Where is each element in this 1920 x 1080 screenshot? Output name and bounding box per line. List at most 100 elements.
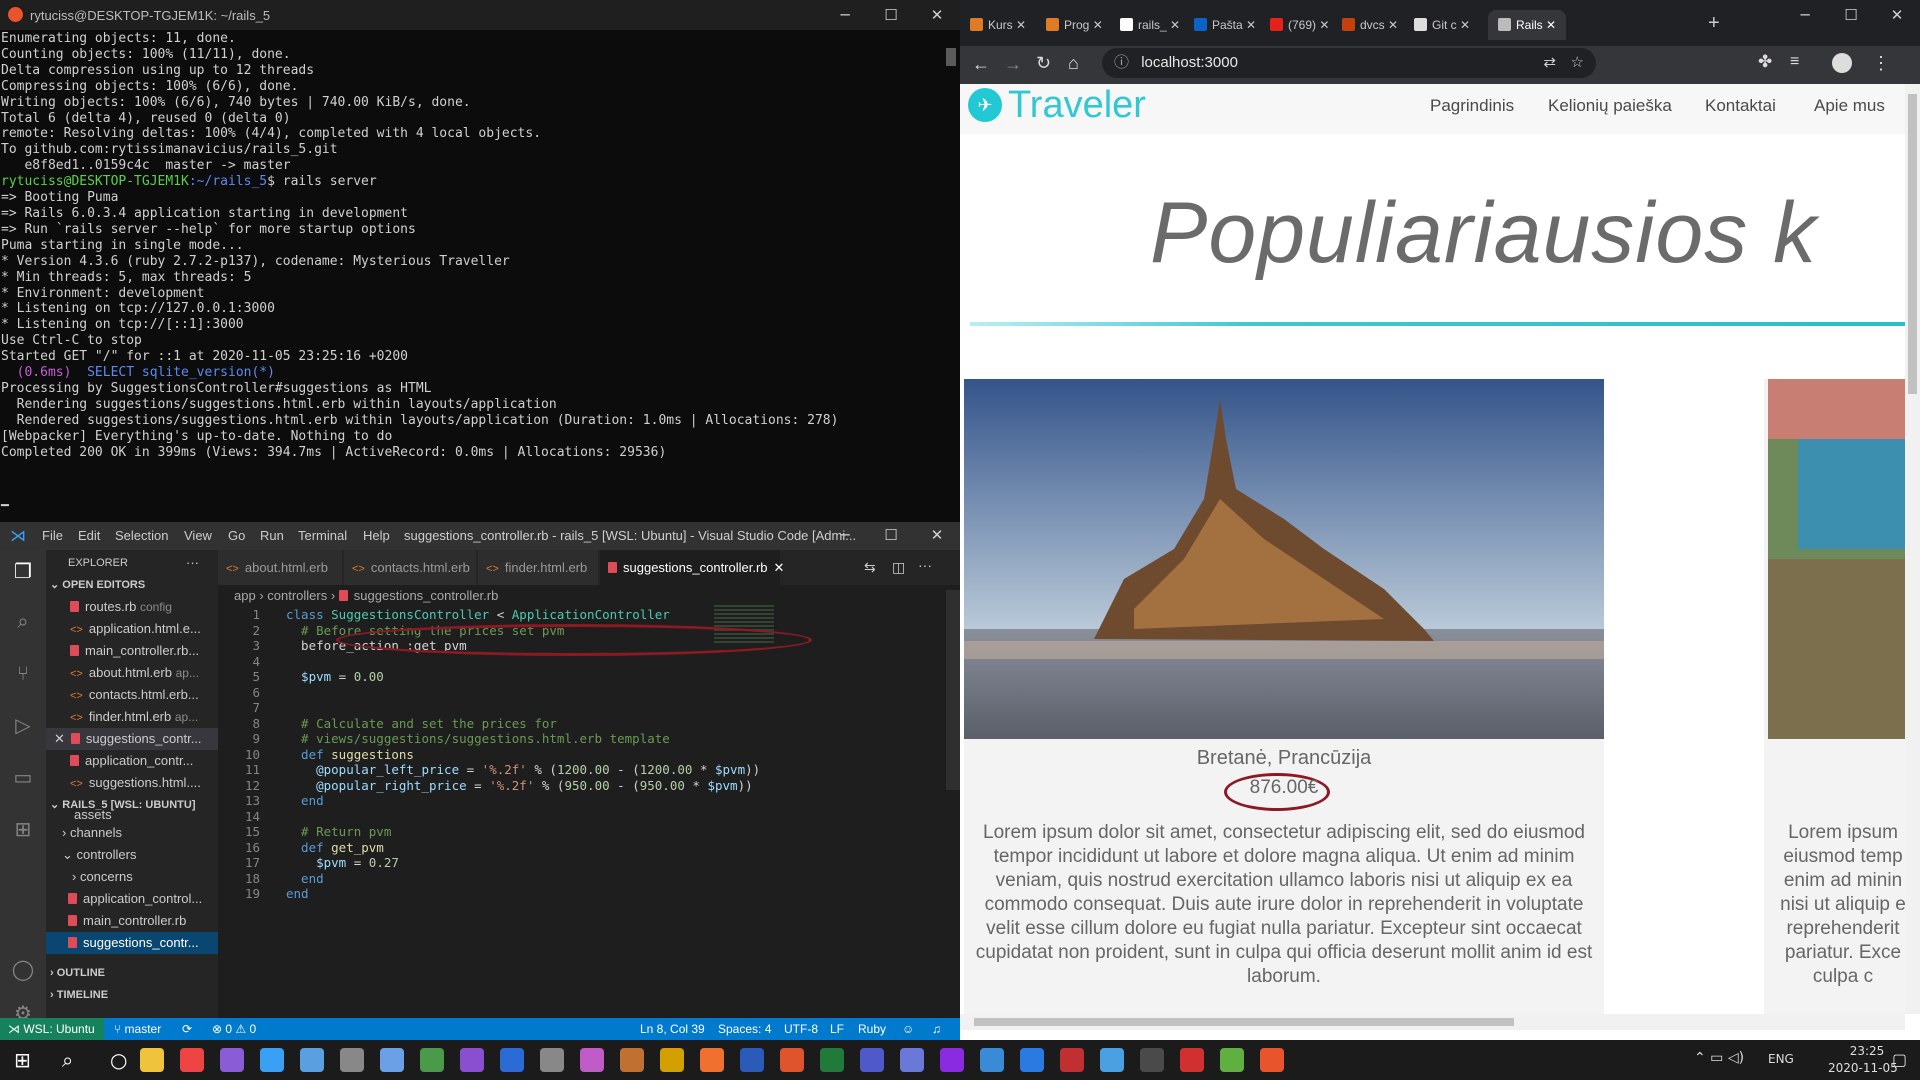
menu-edit[interactable]: Edit (78, 528, 100, 543)
windows-start-icon[interactable]: ⊞ (14, 1048, 31, 1072)
more-actions-icon[interactable]: ··· (186, 552, 206, 574)
browser-tab[interactable]: dvcs ✕ (1342, 10, 1398, 40)
address-bar[interactable]: ⓘ localhost:3000 ⇄ ☆ (1102, 48, 1596, 78)
close-icon[interactable]: ✕ (1385, 18, 1398, 32)
open-editor-item-active[interactable]: ✕ suggestions_contr... (46, 728, 226, 750)
taskbar-app-icon[interactable] (780, 1048, 804, 1072)
source-control-icon[interactable]: ⑂ (11, 662, 35, 686)
nav-home[interactable]: Pagrindinis (1430, 96, 1514, 116)
extensions-icon[interactable]: ⊞ (11, 818, 35, 842)
queue-icon[interactable]: ≡ (1790, 53, 1799, 71)
destination-card[interactable]: Lorem ipsum eiusmod temp enim ad minin n… (1764, 379, 1905, 1014)
extensions-icon[interactable]: ✤ (1758, 52, 1772, 72)
maximize-button[interactable]: ☐ (868, 520, 914, 550)
info-icon[interactable]: ⓘ (1114, 54, 1129, 71)
code-line[interactable]: def suggestions (286, 747, 414, 762)
taskbar-app-icon[interactable] (180, 1048, 204, 1072)
browser-tab[interactable]: Prog ✕ (1046, 10, 1103, 40)
close-icon[interactable]: ✕ (1089, 18, 1103, 32)
code-line[interactable]: end (286, 793, 324, 808)
line-ending[interactable]: LF (830, 1022, 844, 1036)
more-actions-icon[interactable]: ··· (918, 557, 932, 573)
terminal-window[interactable]: rytuciss@DESKTOP-TGJEM1K: ~/rails_5 ─ ☐ … (0, 0, 960, 522)
timeline-section[interactable]: › TIMELINE (46, 984, 222, 1006)
terminal-scrollbar[interactable] (946, 48, 956, 66)
code-line[interactable]: $pvm = 0.27 (286, 855, 399, 870)
run-debug-icon[interactable]: ▷ (11, 714, 35, 738)
tray-icons[interactable]: ⌃ ▭ ◁) (1694, 1050, 1744, 1066)
taskbar-app-icon[interactable] (580, 1048, 604, 1072)
notifications-icon[interactable]: ▢ (1892, 1050, 1907, 1069)
tree-file[interactable]: main_controller.rb (46, 910, 240, 932)
browser-tab[interactable]: (769) ✕ (1270, 10, 1329, 40)
open-editor-item[interactable]: <> application.html.e... (46, 618, 242, 640)
minimize-button[interactable]: ─ (822, 0, 868, 30)
taskbar-app-icon[interactable] (820, 1048, 844, 1072)
code-line[interactable]: def get_pvm (286, 840, 384, 855)
browser-tab[interactable]: Kurs ✕ (970, 10, 1026, 40)
taskbar-app-icon[interactable] (860, 1048, 884, 1072)
forward-icon[interactable]: → (1004, 54, 1022, 75)
taskbar-app-icon[interactable] (1060, 1048, 1084, 1072)
maximize-button[interactable]: ☐ (1828, 0, 1874, 30)
open-editor-item[interactable]: <> suggestions.html.... (46, 772, 242, 794)
translate-icon[interactable]: ⇄ (1543, 48, 1556, 78)
nav-trip-search[interactable]: Kelionių paieška (1548, 96, 1672, 116)
browser-tab[interactable]: rails_ ✕ (1120, 10, 1180, 40)
close-icon[interactable]: ✕ (1167, 18, 1180, 32)
split-editor-icon[interactable]: ◫ (892, 559, 905, 576)
account-icon[interactable]: ◯ (11, 958, 35, 982)
outline-section[interactable]: › OUTLINE (46, 962, 222, 984)
code-line[interactable]: class SuggestionsController < Applicatio… (286, 607, 670, 622)
close-icon[interactable]: ✕ (1243, 18, 1256, 32)
page-vertical-scrollbar[interactable] (1905, 84, 1920, 1014)
page-horizontal-scrollbar[interactable] (960, 1014, 1905, 1030)
taskbar-app-icon[interactable] (1180, 1048, 1204, 1072)
avatar[interactable] (1832, 53, 1852, 73)
code-line[interactable]: $pvm = 0.00 (286, 669, 384, 684)
tree-file[interactable]: application_control... (46, 888, 240, 910)
taskbar-app-icon[interactable] (1140, 1048, 1164, 1072)
site-brand[interactable]: Traveler (1008, 84, 1146, 127)
browser-tab[interactable]: Rails ✕ (1488, 10, 1567, 40)
taskbar-app-icon[interactable] (380, 1048, 404, 1072)
tab-contacts[interactable]: <> contacts.html.erb (344, 550, 476, 585)
nav-contacts[interactable]: Kontaktai (1705, 96, 1776, 116)
menu-file[interactable]: File (42, 528, 63, 543)
taskbar-app-icon[interactable] (740, 1048, 764, 1072)
code-line[interactable]: @popular_right_price = '%.2f' % (950.00 … (286, 778, 753, 793)
editor-scrollbar[interactable] (946, 590, 960, 790)
back-icon[interactable]: ← (972, 54, 990, 75)
minimize-button[interactable]: ─ (822, 520, 868, 550)
problems-indicator[interactable]: ⊗ 0 ⚠ 0 (212, 1022, 256, 1036)
menu-help[interactable]: Help (363, 528, 390, 543)
taskbar-app-icon[interactable] (1260, 1048, 1284, 1072)
browser-tab[interactable]: Pašta ✕ (1194, 10, 1256, 40)
menu-terminal[interactable]: Terminal (298, 528, 347, 543)
minimize-button[interactable]: ─ (1782, 0, 1828, 30)
close-button[interactable]: ✕ (914, 520, 960, 550)
task-view-icon[interactable]: ○ (110, 1048, 127, 1072)
tab-finder[interactable]: <> finder.html.erb (478, 550, 598, 585)
taskbar-app-icon[interactable] (140, 1048, 164, 1072)
menu-selection[interactable]: Selection (115, 528, 168, 543)
indentation[interactable]: Spaces: 4 (718, 1022, 771, 1036)
menu-view[interactable]: View (184, 528, 212, 543)
open-editor-item[interactable]: <> contacts.html.erb... (46, 684, 242, 706)
close-button[interactable]: ✕ (914, 0, 960, 30)
browser-window[interactable]: Kurs ✕ Prog ✕ rails_ ✕ Pašta ✕ (769) ✕ dvcs ✕… (960, 0, 1920, 1040)
language-mode[interactable]: Ruby (858, 1022, 886, 1036)
close-icon[interactable]: ✕ (1316, 18, 1329, 32)
maximize-button[interactable]: ☐ (868, 0, 914, 30)
branch-indicator[interactable]: ⑂ master (114, 1022, 161, 1036)
code-line[interactable]: end (286, 886, 309, 901)
open-editors-section[interactable]: ⌄ OPEN EDITORS (46, 574, 222, 596)
new-tab-button[interactable]: + (1708, 12, 1720, 35)
sync-icon[interactable]: ⟳ (182, 1022, 192, 1036)
menu-run[interactable]: Run (260, 528, 284, 543)
vscode-window[interactable]: ⋊ File Edit Selection View Go Run Termin… (0, 522, 960, 1040)
menu-icon[interactable]: ⋮ (1872, 53, 1890, 74)
taskbar-app-icon[interactable] (900, 1048, 924, 1072)
code-line[interactable]: # views/suggestions/suggestions.html.erb… (286, 731, 670, 746)
tree-folder[interactable]: › concerns (46, 866, 244, 888)
